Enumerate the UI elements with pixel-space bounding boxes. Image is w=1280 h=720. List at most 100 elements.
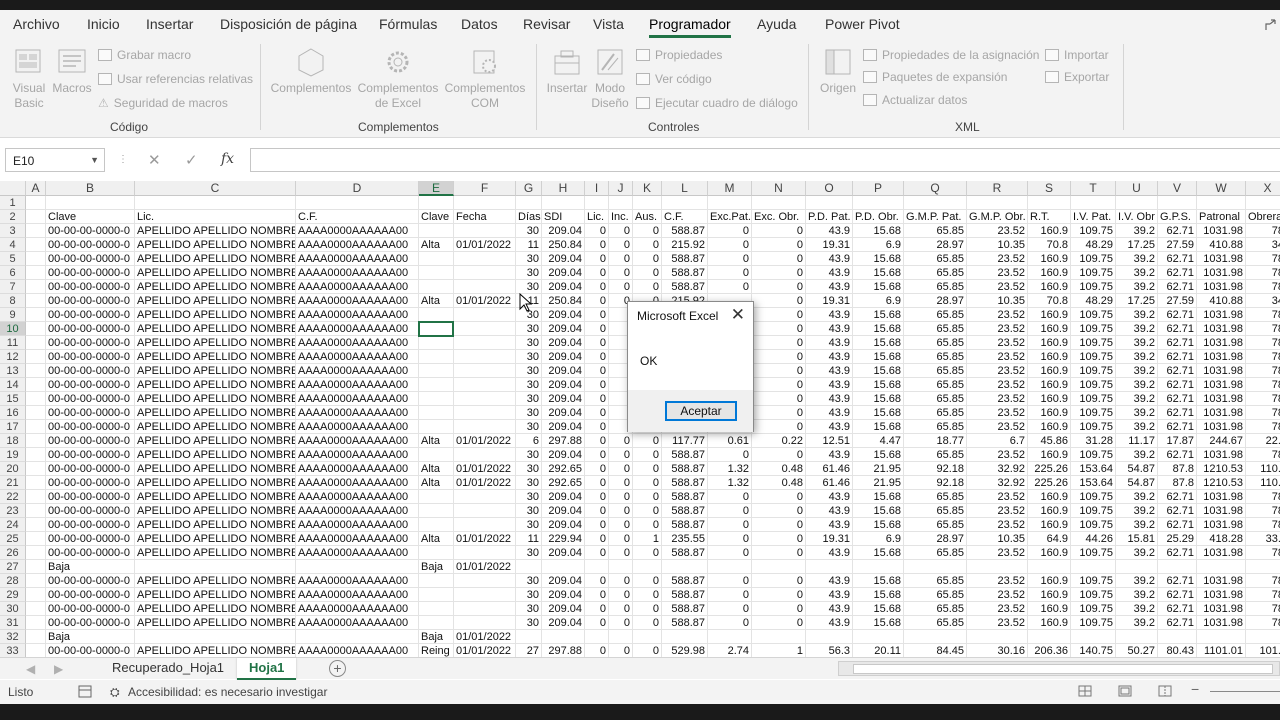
cell[interactable] (806, 630, 853, 644)
cell[interactable]: 1210.53 (1197, 462, 1246, 476)
cell[interactable]: 109.75 (1071, 308, 1116, 322)
cell[interactable]: 109.75 (1071, 602, 1116, 616)
cell[interactable]: 34. (1246, 294, 1280, 308)
cell[interactable]: APELLIDO APELLIDO NOMBRE (135, 392, 296, 406)
cell[interactable]: 0 (585, 266, 609, 280)
cell[interactable]: Alta (419, 462, 454, 476)
row-header[interactable]: 26 (0, 546, 26, 560)
cell[interactable]: 1.32 (708, 462, 752, 476)
cell[interactable]: 78. (1246, 588, 1280, 602)
cell[interactable]: 15.68 (853, 336, 904, 350)
cell[interactable] (296, 630, 419, 644)
cell[interactable]: 30 (516, 462, 542, 476)
cell[interactable]: 48.29 (1071, 294, 1116, 308)
cell[interactable] (26, 392, 46, 406)
cell[interactable]: 588.87 (662, 280, 708, 294)
cell[interactable]: 0 (585, 406, 609, 420)
cell[interactable]: APELLIDO APELLIDO NOMBRE (135, 644, 296, 657)
cell[interactable]: 27.59 (1158, 294, 1197, 308)
cell[interactable]: 00-00-00-0000-0 (46, 350, 135, 364)
cell[interactable]: 0 (609, 238, 633, 252)
page-break-view-icon[interactable] (1158, 685, 1172, 697)
cell[interactable]: 30 (516, 252, 542, 266)
column-header-h[interactable]: H (542, 181, 585, 196)
cell[interactable]: AAAA0000AAAAAA00 (296, 308, 419, 322)
cell[interactable]: APELLIDO APELLIDO NOMBRE (135, 406, 296, 420)
cell[interactable]: 23.52 (967, 322, 1028, 336)
cell[interactable]: 109.75 (1071, 322, 1116, 336)
cell[interactable]: 00-00-00-0000-0 (46, 518, 135, 532)
row-header[interactable]: 15 (0, 392, 26, 406)
cell[interactable]: 0 (708, 532, 752, 546)
macro-record-icon[interactable] (78, 685, 92, 698)
cell[interactable]: 30 (516, 350, 542, 364)
cell[interactable]: 39.2 (1116, 350, 1158, 364)
cell[interactable]: 43.9 (806, 518, 853, 532)
cell[interactable]: 39.2 (1116, 406, 1158, 420)
cell[interactable]: 0 (752, 322, 806, 336)
cell[interactable]: 160.9 (1028, 266, 1071, 280)
cell[interactable]: 65.85 (904, 266, 967, 280)
cell[interactable]: 30 (516, 266, 542, 280)
cell[interactable]: 78. (1246, 602, 1280, 616)
cell[interactable]: 43.9 (806, 252, 853, 266)
cell[interactable]: 0 (609, 462, 633, 476)
cell[interactable]: 23.52 (967, 420, 1028, 434)
cell[interactable]: 109.75 (1071, 378, 1116, 392)
cell[interactable]: 43.9 (806, 546, 853, 560)
cell[interactable] (1197, 560, 1246, 574)
cell[interactable]: 0.61 (708, 434, 752, 448)
cell[interactable]: 109.75 (1071, 350, 1116, 364)
cell[interactable] (26, 406, 46, 420)
cell[interactable]: 39.2 (1116, 420, 1158, 434)
row-header[interactable]: 5 (0, 252, 26, 266)
cell[interactable] (752, 196, 806, 210)
row-header[interactable]: 3 (0, 224, 26, 238)
cell[interactable]: 65.85 (904, 518, 967, 532)
cell[interactable]: 0 (708, 546, 752, 560)
cell[interactable]: 00-00-00-0000-0 (46, 476, 135, 490)
cell[interactable]: 61.46 (806, 476, 853, 490)
tab-disposicion[interactable]: Disposición de página (220, 16, 357, 32)
cell[interactable]: 209.04 (542, 280, 585, 294)
row-header[interactable]: 20 (0, 462, 26, 476)
cell[interactable]: APELLIDO APELLIDO NOMBRE (135, 266, 296, 280)
cell[interactable]: 30 (516, 504, 542, 518)
cell[interactable]: 215.92 (662, 238, 708, 252)
cell[interactable] (26, 280, 46, 294)
cell[interactable]: 15.68 (853, 378, 904, 392)
cell[interactable]: 297.88 (542, 644, 585, 657)
cell[interactable]: 65.85 (904, 336, 967, 350)
ejecutar-dialogo-button[interactable]: Ejecutar cuadro de diálogo (636, 96, 798, 110)
zoom-slider[interactable] (1210, 691, 1280, 692)
cell[interactable]: 43.9 (806, 504, 853, 518)
cell[interactable]: 297.88 (542, 434, 585, 448)
column-header-g[interactable]: G (516, 181, 542, 196)
cell[interactable] (26, 560, 46, 574)
column-header-a[interactable]: A (26, 181, 46, 196)
cell[interactable]: 0 (752, 420, 806, 434)
cell[interactable]: 529.98 (662, 644, 708, 657)
cell[interactable] (419, 350, 454, 364)
cell[interactable]: Días (516, 210, 542, 224)
cell[interactable]: 0 (585, 462, 609, 476)
cell[interactable] (1246, 196, 1280, 210)
cell[interactable]: G.P.S. (1158, 210, 1197, 224)
cell[interactable]: 0 (633, 490, 662, 504)
cell[interactable]: 23.52 (967, 546, 1028, 560)
cell[interactable] (296, 560, 419, 574)
cell[interactable]: 1031.98 (1197, 504, 1246, 518)
column-header-e[interactable]: E (419, 181, 454, 196)
cell[interactable]: 43.9 (806, 266, 853, 280)
cell[interactable]: 209.04 (542, 308, 585, 322)
cell[interactable]: 153.64 (1071, 476, 1116, 490)
propiedades-asignacion-button[interactable]: Propiedades de la asignación (863, 48, 1039, 62)
cell[interactable]: 250.84 (542, 294, 585, 308)
cell[interactable]: 30 (516, 476, 542, 490)
next-sheet-icon[interactable]: ▶ (54, 662, 63, 676)
cell[interactable]: APELLIDO APELLIDO NOMBRE (135, 378, 296, 392)
cell[interactable]: 30 (516, 224, 542, 238)
cell[interactable]: 109.75 (1071, 406, 1116, 420)
cell[interactable]: 39.2 (1116, 308, 1158, 322)
row-header[interactable]: 32 (0, 630, 26, 644)
